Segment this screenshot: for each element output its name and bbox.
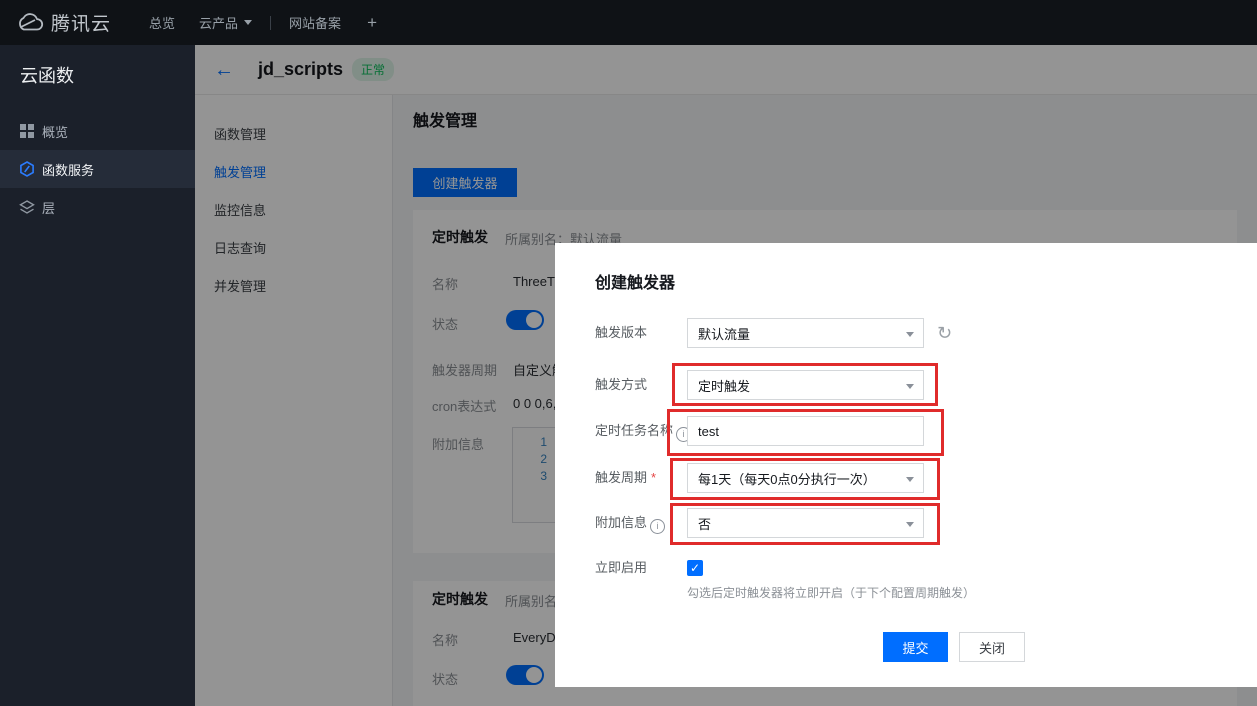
check-icon: ✓ [690, 561, 700, 575]
dropdown-caret-icon [906, 384, 914, 393]
label-trigger-method: 触发方式 [595, 370, 647, 400]
submit-button[interactable]: 提交 [883, 632, 948, 662]
sidebar-item-layers[interactable]: 层 [0, 188, 195, 226]
close-button[interactable]: 关闭 [959, 632, 1025, 662]
dropdown-caret-icon [906, 522, 914, 531]
dropdown-caret-icon [906, 477, 914, 486]
sidebar-item-label: 概览 [42, 122, 68, 141]
layers-icon [19, 199, 35, 215]
add-tab-icon[interactable]: + [367, 13, 377, 33]
enable-note: 勾选后定时触发器将立即开启（于下个配置周期触发） [687, 584, 975, 601]
label-enable-now: 立即启用 [595, 560, 647, 576]
task-name-input[interactable] [687, 416, 924, 446]
app-root: 腾讯云 总览 云产品 网站备案 + 云函数 概览 [0, 0, 1257, 706]
nav-item-icp-filing[interactable]: 网站备案 [289, 13, 341, 32]
dropdown-caret-icon [906, 332, 914, 341]
create-trigger-modal: 创建触发器 触发版本 默认流量 ↻ 触发方式 定时触发 定时任务名称i* 触发周… [555, 243, 1257, 687]
grid-icon [19, 123, 35, 139]
function-hexagon-icon [19, 161, 35, 177]
sidebar-item-label: 函数服务 [42, 160, 94, 179]
required-asterisk: * [651, 470, 656, 485]
service-sidebar: 云函数 概览 函数服务 [0, 45, 195, 706]
refresh-icon[interactable]: ↻ [937, 318, 952, 348]
trigger-version-select[interactable]: 默认流量 [687, 318, 924, 348]
trigger-method-select[interactable]: 定时触发 [687, 370, 924, 400]
logo-text: 腾讯云 [51, 9, 111, 36]
label-task-name: 定时任务名称i* [595, 416, 700, 446]
info-icon[interactable]: i [650, 519, 665, 534]
modal-title: 创建触发器 [595, 269, 675, 293]
sidebar-item-function-service[interactable]: 函数服务 [0, 150, 195, 188]
nav-divider [270, 16, 271, 30]
extra-info-select[interactable]: 否 [687, 508, 924, 538]
chevron-down-icon [244, 20, 252, 29]
label-extra-info: 附加信息i [595, 508, 665, 538]
label-trigger-version: 触发版本 [595, 318, 647, 348]
service-title: 云函数 [0, 45, 195, 102]
top-navbar: 腾讯云 总览 云产品 网站备案 + [0, 0, 1257, 45]
sidebar-item-label: 层 [42, 198, 55, 217]
sidebar-item-overview[interactable]: 概览 [0, 112, 195, 150]
trigger-period-select[interactable]: 每1天（每天0点0分执行一次） [687, 463, 924, 493]
tencent-cloud-logo[interactable]: 腾讯云 [15, 9, 111, 36]
nav-item-cloud-products[interactable]: 云产品 [199, 13, 252, 32]
enable-now-checkbox[interactable]: ✓ [687, 560, 703, 576]
nav-item-overview[interactable]: 总览 [149, 13, 175, 32]
label-trigger-period: 触发周期* [595, 463, 656, 493]
cloud-logo-icon [15, 13, 45, 33]
